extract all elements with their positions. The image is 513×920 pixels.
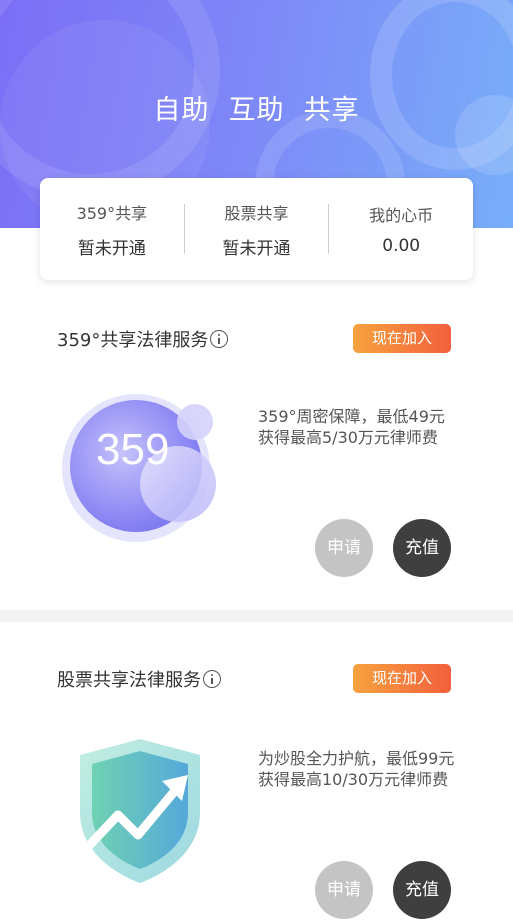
service-description: 为炒股全力护航，最低99元获得最高10/30万元律师费 [258,749,455,789]
join-now-button[interactable]: 现在加入 [353,324,451,353]
service-header: 359°共享法律服务 [57,326,229,352]
logo-text: 359 [96,425,169,474]
info-icon[interactable] [210,330,229,348]
stat-value: 暂未开通 [222,238,291,259]
info-icon[interactable] [203,670,221,688]
service-header: 股票共享法律服务 [57,666,221,692]
service-title: 股票共享法律服务 [57,670,201,691]
service-title: 359°共享法律服务 [57,330,209,351]
recharge-button[interactable]: 充值 [393,861,451,919]
stat-title: 359°共享 [76,203,148,223]
stat-my-coins[interactable]: 我的心币 0.00 [329,202,473,256]
hero-title: 自助 互助 共享 [153,95,360,126]
join-now-button[interactable]: 现在加入 [353,664,451,693]
section-divider [0,610,513,622]
stat-stock-share[interactable]: 股票共享 暂未开通 [185,200,329,259]
stat-title: 我的心币 [369,206,434,225]
shield-chart-icon [77,739,200,883]
stat-title: 股票共享 [224,203,289,223]
stats-card: 359°共享 暂未开通 股票共享 暂未开通 我的心币 0.00 [40,178,473,280]
apply-button[interactable]: 申请 [315,861,373,919]
stat-359-share[interactable]: 359°共享 暂未开通 [40,200,184,259]
service-description: 359°周密保障，最低49元获得最高5/30万元律师费 [258,407,445,447]
recharge-button[interactable]: 充值 [393,519,451,577]
stat-value: 0.00 [382,236,421,256]
stat-value: 暂未开通 [77,238,146,259]
service-card-359: 359°共享法律服务 现在加入 359 359°周密保障，最低49元获得最高5/… [0,300,513,610]
apply-button[interactable]: 申请 [315,519,373,577]
service-card-stock: 股票共享法律服务 现在加入 为炒股全力护航，最低99元获得最高10/30万元律师… [0,640,513,920]
359-logo-icon: 359 [62,394,216,542]
